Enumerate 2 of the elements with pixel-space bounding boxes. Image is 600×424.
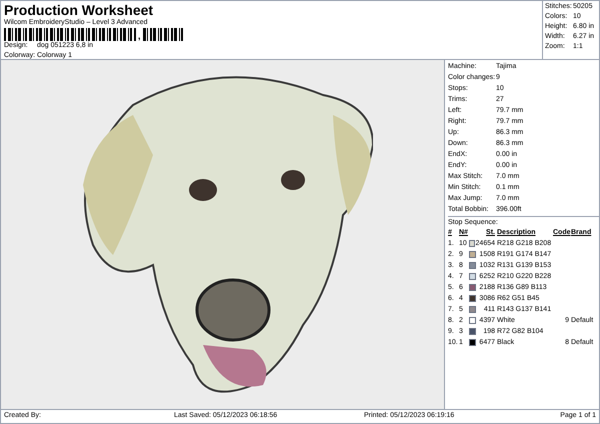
- worksheet-title: Production Worksheet: [4, 2, 154, 18]
- barcode-mark: ,: [138, 32, 141, 41]
